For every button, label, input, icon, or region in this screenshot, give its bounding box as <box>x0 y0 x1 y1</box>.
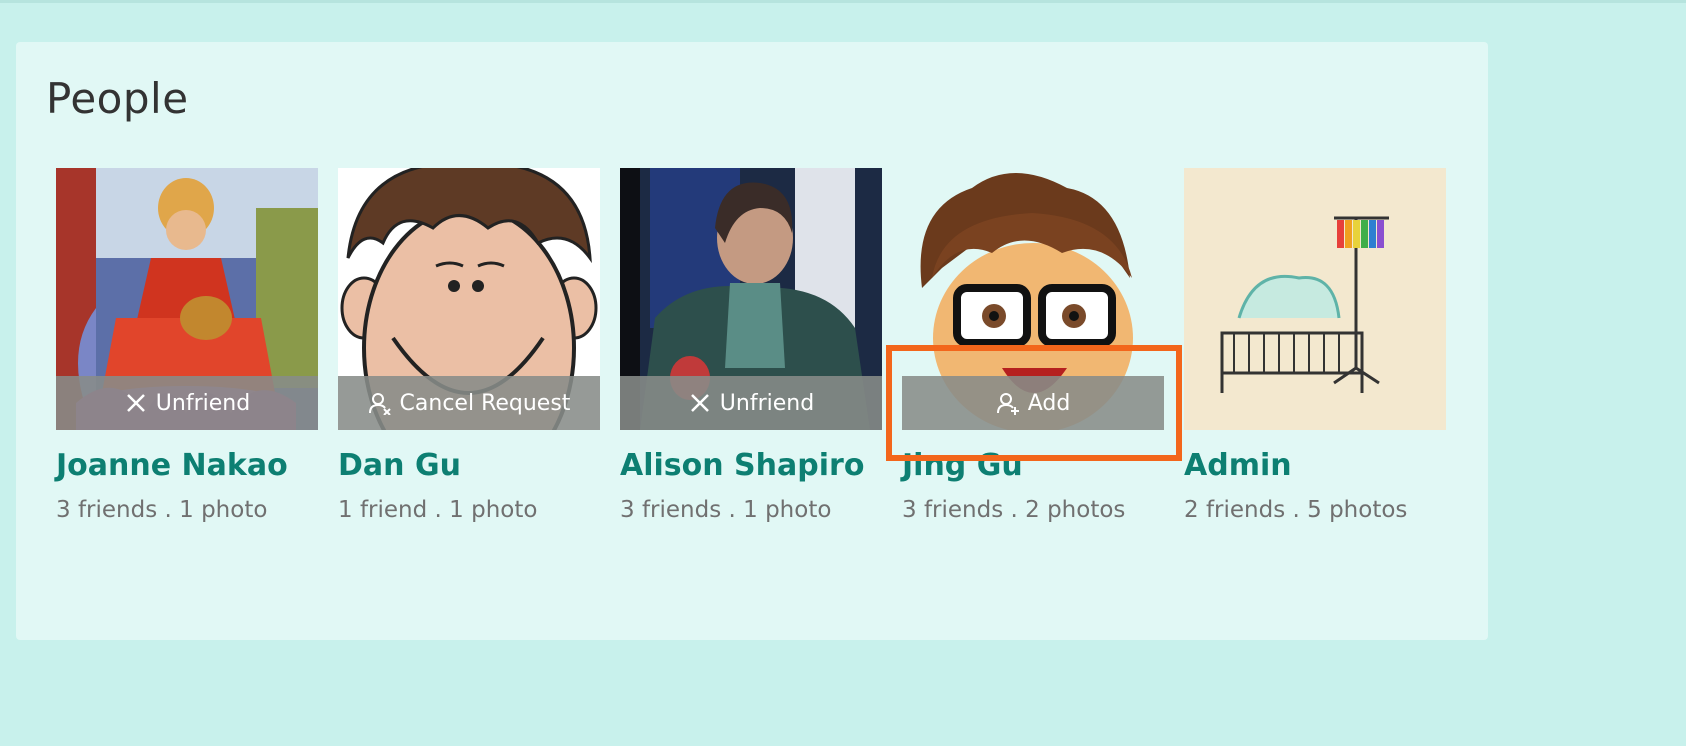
sketch-bed-illustration-image <box>1184 168 1446 430</box>
person-card: Cancel Request Dan Gu 1 friend . 1 photo <box>338 168 600 523</box>
top-border <box>0 0 1686 3</box>
action-label: Add <box>1027 390 1071 416</box>
person-stats: 3 friends . 1 photo <box>620 497 832 523</box>
x-icon <box>688 391 712 415</box>
person-card: Unfriend Alison Shapiro 3 friends . 1 ph… <box>620 168 882 523</box>
user-remove-icon <box>368 391 392 415</box>
person-card: Add Jing Gu 3 friends . 2 photos <box>902 168 1164 523</box>
person-name-link[interactable]: Joanne Nakao <box>56 448 318 483</box>
x-icon <box>124 391 148 415</box>
person-photo[interactable] <box>1184 168 1446 430</box>
person-stats: 3 friends . 2 photos <box>902 497 1126 523</box>
cancel-request-button[interactable]: Cancel Request <box>338 376 600 430</box>
person-card: Admin 2 friends . 5 photos <box>1184 168 1446 523</box>
person-name-link[interactable]: Dan Gu <box>338 448 600 483</box>
person-name-link[interactable]: Jing Gu <box>902 448 1164 483</box>
action-label: Unfriend <box>155 390 251 416</box>
person-photo[interactable]: Unfriend <box>56 168 318 430</box>
people-panel: People Unfriend Joanne Nakao 3 friends .… <box>16 42 1488 640</box>
action-label: Cancel Request <box>399 390 571 416</box>
user-add-icon <box>996 391 1020 415</box>
person-photo[interactable]: Add <box>902 168 1164 430</box>
page-title: People <box>46 74 189 123</box>
person-stats: 1 friend . 1 photo <box>338 497 538 523</box>
person-stats: 2 friends . 5 photos <box>1184 497 1408 523</box>
person-name-link[interactable]: Admin <box>1184 448 1446 483</box>
person-name-link[interactable]: Alison Shapiro <box>620 448 882 483</box>
person-stats: 3 friends . 1 photo <box>56 497 268 523</box>
unfriend-button[interactable]: Unfriend <box>620 376 882 430</box>
person-card: Unfriend Joanne Nakao 3 friends . 1 phot… <box>56 168 318 523</box>
person-photo[interactable]: Unfriend <box>620 168 882 430</box>
unfriend-button[interactable]: Unfriend <box>56 376 318 430</box>
person-photo[interactable]: Cancel Request <box>338 168 600 430</box>
action-label: Unfriend <box>719 390 815 416</box>
add-friend-button[interactable]: Add <box>902 376 1164 430</box>
